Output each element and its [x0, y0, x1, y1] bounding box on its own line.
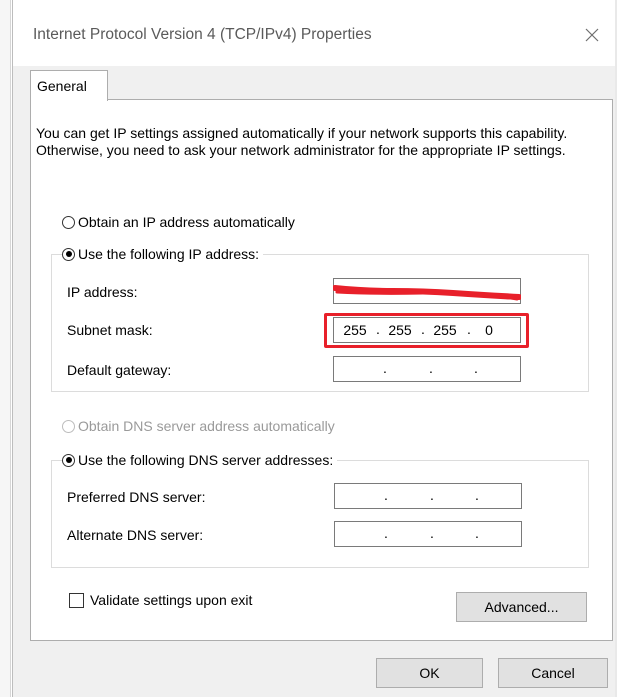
radio-use-following-ip[interactable]: Use the following IP address:	[62, 246, 264, 262]
title-bar: Internet Protocol Version 4 (TCP/IPv4) P…	[13, 0, 615, 66]
advanced-button[interactable]: Advanced...	[456, 592, 587, 622]
octet-separator: .	[475, 487, 479, 503]
redaction-scribble	[333, 285, 521, 301]
default-gateway-field[interactable]: . . .	[333, 356, 521, 382]
cancel-button[interactable]: Cancel	[498, 658, 608, 688]
preferred-dns-label: Preferred DNS server:	[67, 489, 206, 505]
close-button[interactable]	[573, 16, 611, 54]
subnet-mask-label: Subnet mask:	[67, 322, 153, 338]
ok-button[interactable]: OK	[376, 658, 483, 688]
close-icon	[585, 28, 599, 42]
octet-separator: .	[429, 360, 433, 376]
tab-general-label: General	[37, 78, 87, 94]
radio-obtain-dns-auto-label: Obtain DNS server address automatically	[78, 418, 335, 434]
alternate-dns-field[interactable]: . . .	[334, 521, 522, 547]
octet-separator: .	[430, 525, 434, 541]
octet-separator: .	[475, 525, 479, 541]
radio-obtain-dns-auto[interactable]: Obtain DNS server address automatically	[62, 418, 335, 434]
radio-use-following-dns-label: Use the following DNS server addresses:	[78, 452, 334, 468]
subnet-mask-highlight	[324, 313, 529, 348]
description-text: You can get IP settings assigned automat…	[36, 125, 568, 158]
validate-settings-checkbox[interactable]: Validate settings upon exit	[69, 592, 252, 608]
tab-general[interactable]: General	[30, 70, 108, 101]
octet-separator: .	[384, 525, 388, 541]
preferred-dns-field[interactable]: . . .	[334, 483, 522, 509]
window-title: Internet Protocol Version 4 (TCP/IPv4) P…	[33, 26, 372, 43]
radio-use-following-ip-label: Use the following IP address:	[78, 246, 260, 262]
radio-obtain-ip-auto-label: Obtain an IP address automatically	[78, 214, 295, 230]
radio-use-following-dns[interactable]: Use the following DNS server addresses:	[62, 452, 338, 468]
ip-address-label: IP address:	[67, 284, 138, 300]
radio-checked-icon	[62, 453, 75, 467]
checkbox-unchecked-icon	[69, 592, 84, 608]
octet-separator: .	[383, 360, 387, 376]
dns-address-group	[51, 460, 589, 568]
ip-address-field[interactable]	[333, 278, 521, 304]
background-window-edge	[0, 0, 11, 697]
validate-settings-label: Validate settings upon exit	[90, 592, 253, 608]
octet-separator: .	[384, 487, 388, 503]
default-gateway-label: Default gateway:	[67, 362, 172, 378]
radio-unchecked-icon	[62, 215, 75, 229]
alternate-dns-label: Alternate DNS server:	[67, 527, 204, 543]
radio-obtain-ip-auto[interactable]: Obtain an IP address automatically	[62, 214, 295, 230]
octet-separator: .	[430, 487, 434, 503]
radio-disabled-icon	[62, 419, 75, 433]
radio-checked-icon	[62, 247, 75, 261]
octet-separator: .	[474, 360, 478, 376]
